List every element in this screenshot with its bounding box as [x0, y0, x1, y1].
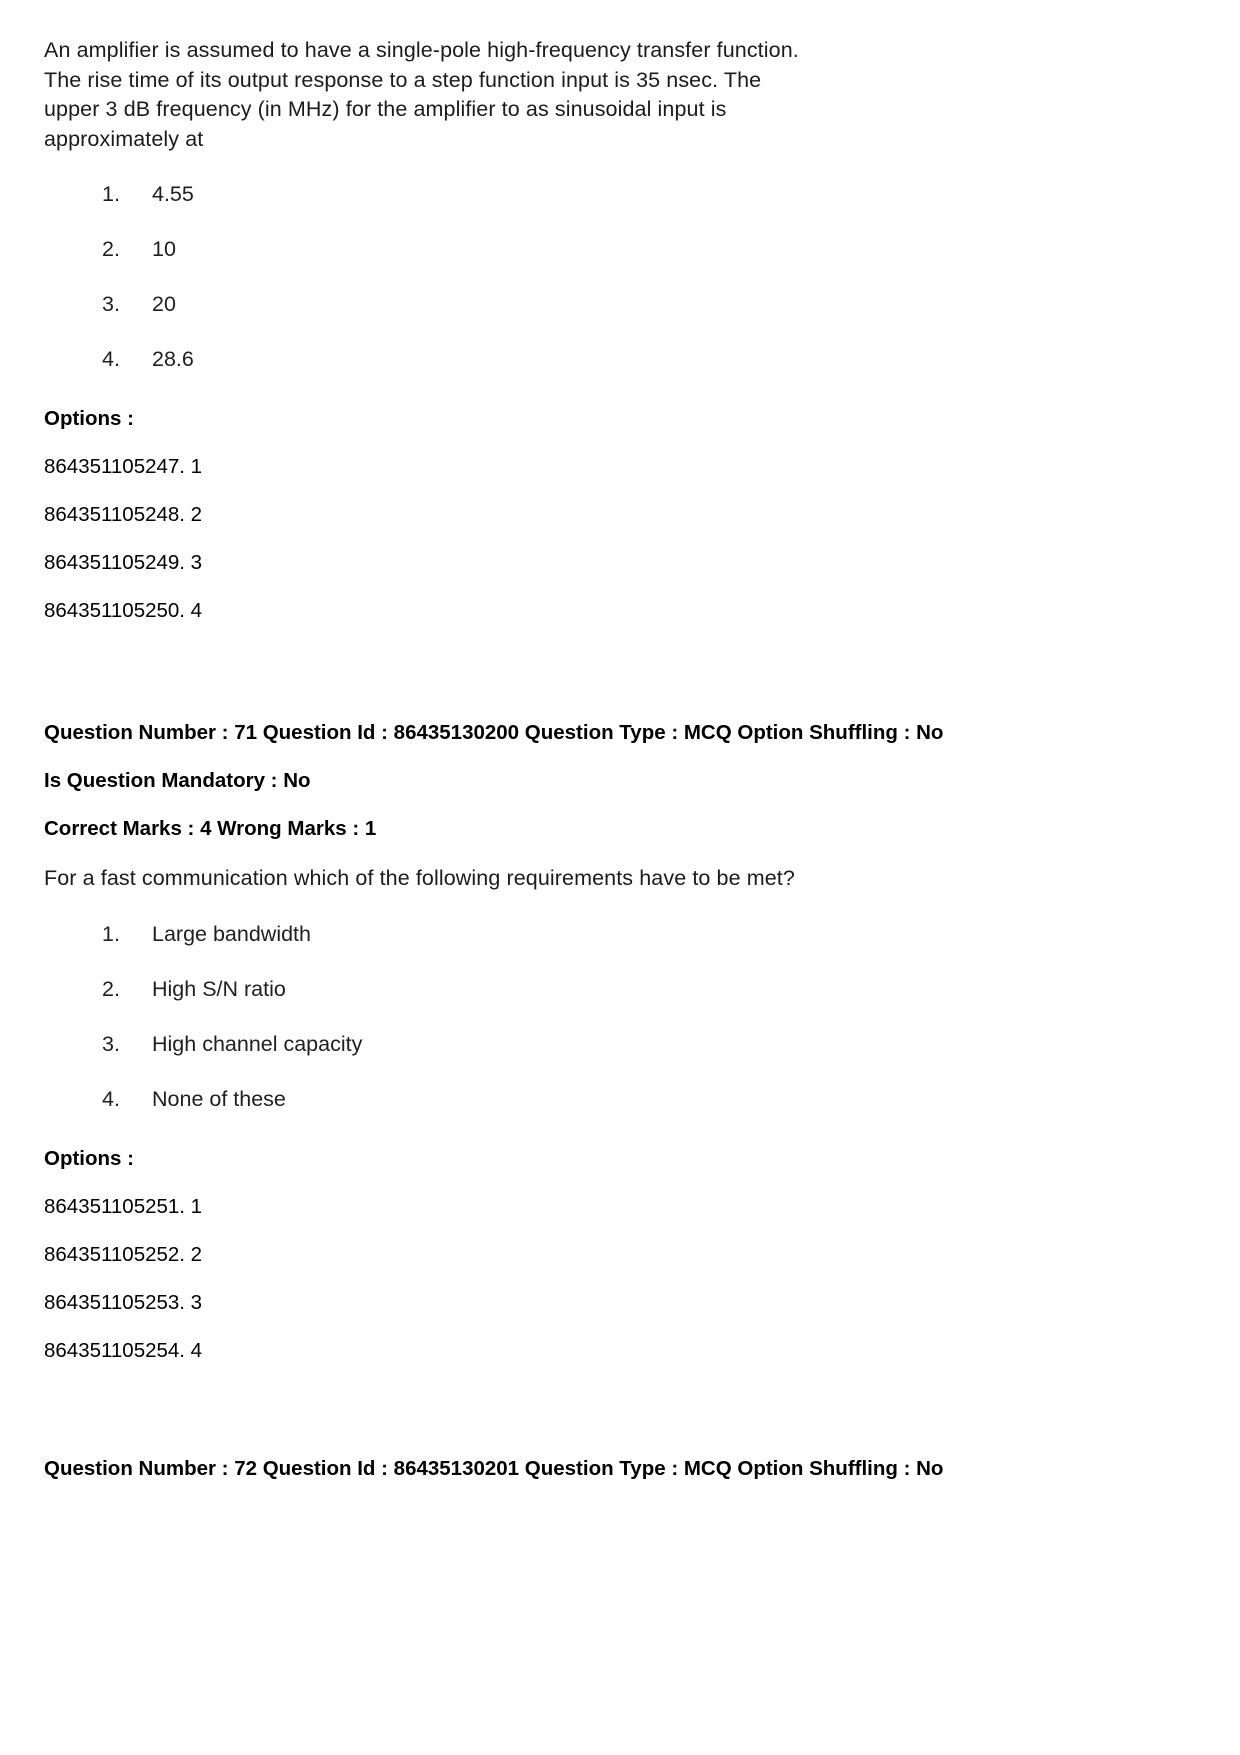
- question-70-stem: An amplifier is assumed to have a single…: [44, 36, 844, 154]
- choice-number: 3.: [102, 1031, 120, 1056]
- choice-number: 4.: [102, 347, 120, 371]
- question-block-70: An amplifier is assumed to have a single…: [44, 36, 1090, 624]
- question-71-header: Question Number : 71 Question Id : 86435…: [44, 721, 944, 744]
- choice-item[interactable]: 3. 20: [44, 290, 1090, 318]
- choice-item[interactable]: 4. 28.6: [44, 345, 1090, 373]
- choice-number: 1.: [102, 921, 120, 946]
- question-72-header: Question Number : 72 Question Id : 86435…: [44, 1456, 944, 1480]
- choice-label: Large bandwidth: [152, 921, 311, 946]
- choice-number: 4.: [102, 1086, 120, 1111]
- question-70-options-label: Options :: [44, 407, 134, 430]
- choice-item[interactable]: 4. None of these: [44, 1085, 1090, 1113]
- choice-number: 2.: [102, 237, 120, 261]
- question-71-options-label: Options :: [44, 1146, 134, 1170]
- choice-label: High S/N ratio: [152, 976, 286, 1001]
- question-block-71: Question Number : 71 Question Id : 86435…: [44, 720, 1090, 1364]
- option-id-row: 864351105247. 1: [44, 455, 203, 478]
- choice-number: 2.: [102, 976, 120, 1001]
- choice-label: 20: [152, 292, 176, 316]
- choice-item[interactable]: 3. High channel capacity: [44, 1030, 1090, 1058]
- question-71-marks: Correct Marks : 4 Wrong Marks : 1: [44, 817, 377, 840]
- choice-item[interactable]: 2. 10: [44, 235, 1090, 263]
- question-71-mandatory: Is Question Mandatory : No: [44, 769, 311, 792]
- option-id-row: 864351105252. 2: [44, 1242, 203, 1266]
- option-id-row: 864351105248. 2: [44, 503, 203, 526]
- question-70-choices: 1. 4.55 2. 10 3. 20 4. 28.6: [44, 180, 1090, 373]
- question-70-stem-line-4: approximately at: [44, 126, 204, 151]
- option-id-row: 864351105250. 4: [44, 599, 203, 622]
- question-70-stem-line-1: An amplifier is assumed to have a single…: [44, 38, 799, 62]
- option-id-row: 864351105253. 3: [44, 1290, 203, 1314]
- choice-label: 10: [152, 237, 176, 261]
- question-71-stem: For a fast communication which of the fo…: [44, 866, 795, 890]
- choice-label: None of these: [152, 1086, 286, 1111]
- option-id-row: 864351105251. 1: [44, 1194, 203, 1218]
- choice-item[interactable]: 1. Large bandwidth: [44, 920, 1090, 948]
- exam-page: An amplifier is assumed to have a single…: [0, 0, 1240, 1755]
- choice-number: 3.: [102, 292, 120, 316]
- question-71-choices: 1. Large bandwidth 2. High S/N ratio 3. …: [44, 920, 1090, 1113]
- option-id-row: 864351105249. 3: [44, 551, 203, 574]
- choice-label: 4.55: [152, 182, 194, 206]
- choice-label: High channel capacity: [152, 1031, 363, 1056]
- question-70-stem-line-3: upper 3 dB frequency (in MHz) for the am…: [44, 97, 727, 121]
- choice-number: 1.: [102, 182, 120, 206]
- option-id-row: 864351105254. 4: [44, 1338, 203, 1362]
- choice-item[interactable]: 2. High S/N ratio: [44, 975, 1090, 1003]
- choice-label: 28.6: [152, 347, 194, 371]
- question-70-stem-line-2: The rise time of its output response to …: [44, 67, 762, 92]
- question-block-72: Question Number : 72 Question Id : 86435…: [44, 1456, 1090, 1482]
- choice-item[interactable]: 1. 4.55: [44, 180, 1090, 208]
